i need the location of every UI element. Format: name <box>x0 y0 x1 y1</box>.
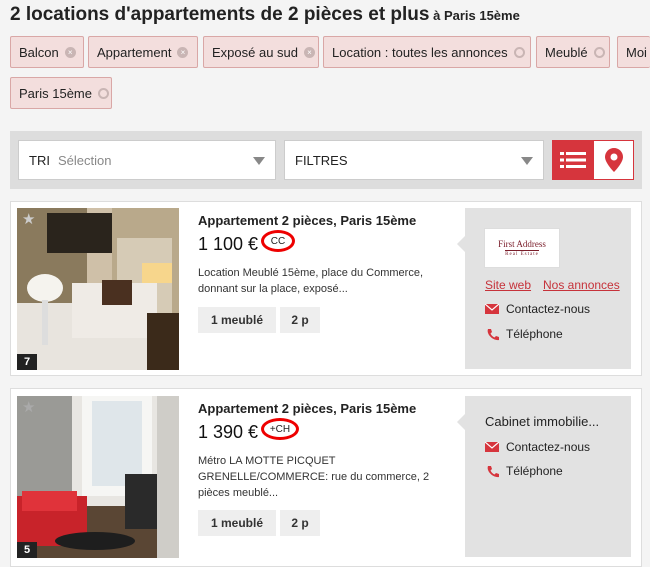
map-view-button[interactable] <box>593 140 634 180</box>
reset-icon[interactable] <box>593 46 605 58</box>
chevron-down-icon <box>253 157 265 165</box>
photo-count: 7 <box>17 354 37 370</box>
phone-button[interactable]: Téléphone <box>485 464 563 478</box>
contact-button[interactable]: Contactez-nous <box>485 302 590 316</box>
remove-icon[interactable]: × <box>177 46 189 58</box>
tag-rooms: 2 p <box>280 307 320 333</box>
listing-price: 1 390 € <box>198 422 259 442</box>
filters-select[interactable]: FILTRES <box>284 140 544 180</box>
phone-button[interactable]: Téléphone <box>485 327 563 341</box>
price-suffix: CC <box>261 230 295 252</box>
sort-placeholder: Sélection <box>57 152 112 168</box>
listing-title[interactable]: Appartement 2 pièces, Paris 15ème <box>198 401 416 416</box>
sort-select[interactable]: TRI Sélection <box>18 140 276 180</box>
favorite-star-icon[interactable]: ★ <box>22 398 35 416</box>
phone-icon <box>485 327 499 341</box>
phone-icon <box>485 464 499 478</box>
phone-label: Téléphone <box>506 327 563 341</box>
filters-label: FILTRES <box>295 152 348 168</box>
filter-chip-label: Meublé <box>545 44 588 60</box>
apartment-photo-image <box>17 396 179 558</box>
apartment-photo-image <box>17 208 179 370</box>
agency-logo-name: First Address <box>498 239 546 249</box>
phone-label: Téléphone <box>506 464 563 478</box>
agency-name[interactable]: Cabinet immobilie... <box>485 414 599 429</box>
favorite-star-icon[interactable]: ★ <box>22 210 35 228</box>
page-title-main: 2 locations d'appartements de 2 pièces e… <box>10 4 430 25</box>
page-title-location: à Paris 15ème <box>429 8 520 23</box>
envelope-icon <box>485 440 499 454</box>
filter-chip-label: Appartement <box>97 44 172 60</box>
filter-chip-label: Location : toutes les annonces <box>332 44 508 60</box>
photo-count: 5 <box>17 542 37 558</box>
price-suffix: +CH <box>261 418 299 440</box>
filter-chip-label: Exposé au sud <box>212 44 299 60</box>
filter-chip-location[interactable]: Location : toutes les annonces <box>323 36 531 68</box>
reset-icon[interactable] <box>97 87 109 99</box>
page-title: 2 locations d'appartements de 2 pièces e… <box>10 4 520 26</box>
remove-icon[interactable]: × <box>304 46 316 58</box>
tag-rooms: 2 p <box>280 510 320 536</box>
tag-furnished: 1 meublé <box>198 510 276 536</box>
contact-button[interactable]: Contactez-nous <box>485 440 590 454</box>
filter-chip-balcon[interactable]: Balcon × <box>10 36 84 68</box>
filter-chip-label: Balcon <box>19 44 59 60</box>
tag-furnished: 1 meublé <box>198 307 276 333</box>
listing-photo[interactable]: 5 <box>17 396 179 558</box>
nos-annonces-link[interactable]: Nos annonces <box>543 278 620 292</box>
filter-chip-label: Paris 15ème <box>19 85 92 101</box>
sort-label: TRI <box>29 152 50 168</box>
site-web-link[interactable]: Site web <box>485 278 531 292</box>
listing-photo[interactable]: 7 <box>17 208 179 370</box>
list-icon <box>559 152 586 168</box>
contact-label: Contactez-nous <box>506 302 591 316</box>
envelope-icon <box>485 302 499 316</box>
listing-title[interactable]: Appartement 2 pièces, Paris 15ème <box>198 213 416 228</box>
filter-chip-expose-sud[interactable]: Exposé au sud × <box>203 36 319 68</box>
agency-logo[interactable]: First Address Real Estate <box>484 228 560 268</box>
contact-label: Contactez-nous <box>506 440 591 454</box>
filter-chip-appartement[interactable]: Appartement × <box>88 36 198 68</box>
listing-price: 1 100 € <box>198 234 259 254</box>
agency-logo-tagline: Real Estate <box>505 250 539 257</box>
price-suffix-label: +CH <box>269 423 291 435</box>
listing-description: Métro LA MOTTE PICQUET GRENELLE/COMMERCE… <box>198 455 430 499</box>
listing-description: Location Meublé 15ème, place du Commerce… <box>198 267 424 295</box>
panel-arrow <box>457 414 465 430</box>
reset-icon[interactable] <box>513 46 525 58</box>
filter-chip-label: Moi <box>626 44 647 60</box>
remove-icon[interactable]: × <box>64 46 76 58</box>
list-view-button[interactable] <box>552 140 593 180</box>
chevron-down-icon <box>521 157 533 165</box>
panel-arrow <box>457 236 465 252</box>
filter-chip-meuble[interactable]: Meublé <box>536 36 610 68</box>
price-suffix-label: CC <box>270 235 286 247</box>
filter-chip-moi[interactable]: Moi <box>617 36 650 68</box>
filter-chip-paris-15[interactable]: Paris 15ème <box>10 77 112 109</box>
map-pin-icon <box>604 148 623 172</box>
